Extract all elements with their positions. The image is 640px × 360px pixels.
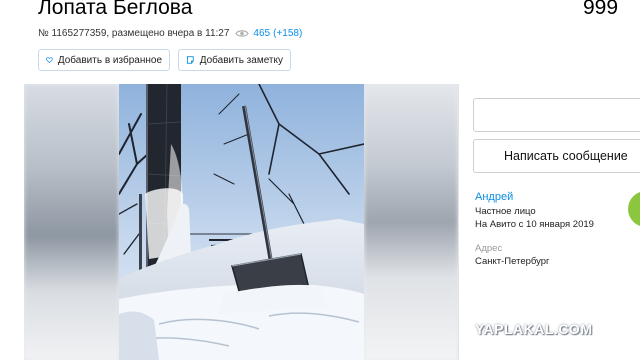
address-label: Адрес: [475, 243, 503, 254]
listing-id: № 1165277359, размещено вчера в 11:27: [38, 28, 230, 39]
add-to-favorites-button[interactable]: Добавить в избранное: [38, 49, 170, 71]
views-counter: 465 (+158): [235, 28, 302, 39]
site-watermark: YAPLAKAL.COM: [475, 321, 593, 337]
gallery-blur-right: [364, 84, 458, 360]
views-delta: (+158): [273, 28, 303, 39]
eye-icon: [235, 30, 250, 37]
seller-type: Частное лицо: [475, 206, 536, 217]
address-value: Санкт-Петербург: [475, 256, 550, 267]
show-phone-button[interactable]: [473, 98, 640, 132]
seller-since: На Авито с 10 января 2019: [475, 219, 594, 230]
add-note-button[interactable]: Добавить заметку: [178, 49, 291, 71]
heart-icon: [46, 57, 53, 64]
listing-meta: № 1165277359, размещено вчера в 11:27 46…: [38, 28, 302, 39]
note-icon: [187, 56, 194, 64]
add-note-label: Добавить заметку: [199, 54, 283, 66]
listing-title: Лопата Беглова: [38, 0, 193, 19]
photo-gallery[interactable]: [24, 84, 458, 360]
seller-name-link[interactable]: Андрей: [475, 191, 513, 203]
write-message-label: Написать сообщение: [504, 149, 628, 163]
listing-photo[interactable]: [119, 84, 364, 360]
add-to-favorites-label: Добавить в избранное: [57, 54, 162, 66]
listing-price: 999: [583, 0, 619, 19]
views-count: 465: [253, 28, 271, 39]
gallery-blur-left: [24, 84, 119, 360]
write-message-button[interactable]: Написать сообщение: [473, 139, 640, 173]
